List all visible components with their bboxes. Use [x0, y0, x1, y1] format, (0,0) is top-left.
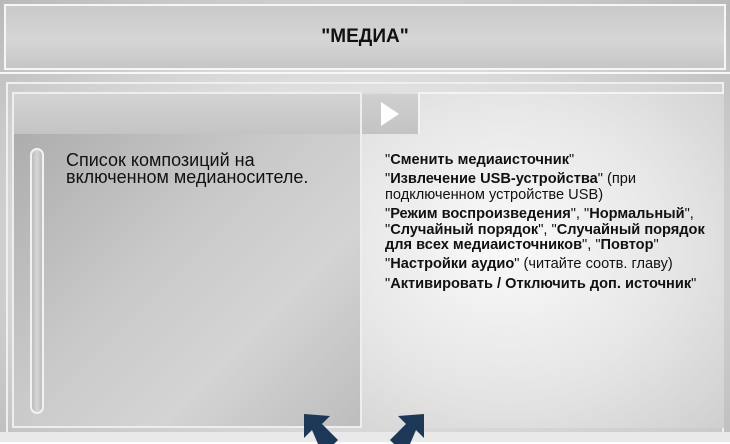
option-label: Сменить медиаисточник: [390, 152, 570, 168]
header-divider: [0, 72, 730, 74]
menu-option-5[interactable]: "Активировать / Отключить доп. источник": [385, 275, 725, 292]
bottom-strip: [0, 432, 730, 442]
option-label: Режим воспроизведения: [390, 206, 571, 223]
option-text: ": [653, 237, 659, 254]
play-icon: [381, 102, 399, 126]
track-list-description: Список композиций на включенном медианос…: [66, 150, 309, 187]
options-panel-border-vertical: [418, 92, 420, 134]
option-label: Извлечение USB-устройства: [390, 171, 598, 188]
option-text: ": [569, 152, 575, 168]
option-label: Активировать / Отключить доп. источник: [390, 275, 692, 292]
options-list: "Сменить медиаисточник" "Извлечение USB-у…: [385, 152, 725, 296]
option-text: ", ": [538, 221, 557, 238]
option-label: Повтор: [600, 237, 654, 254]
arrow-up-left-icon: [304, 414, 338, 444]
track-list-panel[interactable]: [12, 92, 362, 428]
open-menu-button[interactable]: [362, 94, 418, 134]
option-text: ", ": [582, 237, 601, 254]
arrow-up-right-icon: [390, 414, 424, 444]
menu-option-4[interactable]: "Настройки аудио" (читайте соотв. главу): [385, 257, 725, 272]
track-list-scrollbar[interactable]: [30, 148, 44, 414]
option-label: Настройки аудио: [390, 256, 515, 273]
menu-option-3[interactable]: "Режим воспроизведения", "Нормальный", "…: [385, 206, 725, 254]
track-list-header: [14, 94, 360, 134]
options-panel-border: [418, 92, 724, 94]
option-text: ", ": [570, 206, 590, 223]
page-title: "МЕДИА": [321, 26, 409, 47]
menu-option-2[interactable]: "Извлечение USB-устройства" (при подключ…: [385, 172, 725, 203]
option-label: Случайный порядок: [390, 221, 539, 238]
media-screen: "МЕДИА" Список композиций на включенном …: [0, 0, 730, 444]
option-text: " (читайте соотв. главу): [514, 256, 673, 273]
menu-option-1[interactable]: "Сменить медиаисточник": [385, 152, 725, 168]
header-bar: "МЕДИА": [4, 4, 726, 70]
option-label: Нормальный: [589, 206, 685, 223]
option-text: ": [691, 275, 697, 292]
